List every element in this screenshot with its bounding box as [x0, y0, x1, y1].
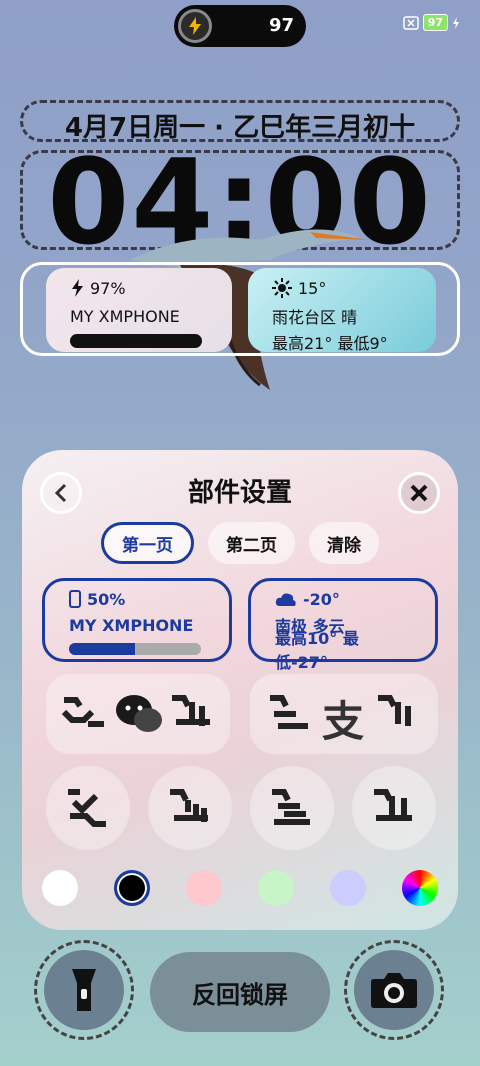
device-name: MY XMPHONE	[70, 306, 180, 326]
status-pill: 97	[174, 5, 306, 47]
option-device-progress	[69, 643, 201, 655]
close-button[interactable]	[398, 472, 440, 514]
phone-icon	[69, 590, 81, 608]
camera-button[interactable]	[344, 940, 444, 1040]
weather-widget-option[interactable]: -20° 南极 多云 最高10° 最低-27°	[248, 578, 438, 672]
placeholder-glyph-icon	[378, 695, 411, 726]
sim-off-icon	[402, 15, 419, 30]
alipay-icon: 支	[322, 697, 365, 746]
swatch-pink[interactable]	[186, 870, 222, 906]
tab-page-1[interactable]: 第一页	[101, 522, 194, 564]
weather-location: 雨花台区 晴	[272, 308, 358, 327]
back-to-lockscreen-button[interactable]: 反回锁屏	[150, 952, 330, 1032]
placeholder-glyph-icon	[62, 697, 104, 727]
swatch-black-selected[interactable]	[114, 870, 150, 906]
swatch-lavender[interactable]	[330, 870, 366, 906]
color-swatches	[42, 870, 438, 906]
device-progress	[70, 334, 202, 348]
wechat-widget-slot[interactable]	[46, 674, 230, 754]
weather-widget[interactable]: 15° 雨花台区 晴 最高21° 最低9°	[248, 268, 436, 353]
sun-icon	[272, 278, 292, 298]
app-slot-1[interactable]	[46, 766, 130, 850]
columns-glyph-icon	[374, 789, 412, 821]
option-device-battery: 50%	[87, 589, 126, 609]
flashlight-icon	[72, 969, 96, 1011]
widget-settings-panel: 部件设置 第一页 第二页 清除 50% MY XMPHONE -20° 南极 多…	[22, 450, 458, 930]
status-icons: 97	[402, 14, 460, 31]
bolt-icon	[72, 279, 83, 297]
placeholder-glyph-icon	[270, 695, 308, 729]
close-icon	[410, 484, 428, 502]
tab-page-2[interactable]: 第二页	[208, 522, 295, 564]
flashlight-button[interactable]	[34, 940, 134, 1040]
bars-glyph-icon	[170, 789, 208, 822]
app-slot-2[interactable]	[148, 766, 232, 850]
swatch-green[interactable]	[258, 870, 294, 906]
page-tabs: 第一页 第二页 清除	[22, 522, 458, 564]
camera-icon	[371, 973, 417, 1008]
battery-level: 97	[422, 14, 448, 31]
weather-temp: 15°	[298, 278, 327, 298]
device-widget[interactable]: 97% MY XMPHONE	[46, 268, 232, 352]
cloud-icon	[275, 593, 296, 606]
option-device-name: MY XMPHONE	[69, 615, 194, 635]
clear-button[interactable]: 清除	[309, 522, 379, 564]
alipay-widget-slot[interactable]: 支	[250, 674, 438, 754]
panel-title: 部件设置	[187, 478, 292, 508]
wechat-icon	[116, 695, 162, 732]
device-battery: 97%	[90, 278, 126, 298]
swatch-custom-color[interactable]	[402, 870, 438, 906]
charging-small-icon	[453, 16, 459, 29]
option-weather-temp: -20°	[303, 589, 340, 609]
app-slot-4[interactable]	[352, 766, 436, 850]
pill-value: 97	[268, 15, 294, 36]
weather-range: 最高21° 最低9°	[272, 334, 388, 353]
lines-glyph-icon	[272, 789, 310, 825]
app-slot-3[interactable]	[250, 766, 334, 850]
swatch-white[interactable]	[42, 870, 78, 906]
checklist-glyph-icon	[68, 789, 106, 827]
charging-icon	[178, 9, 212, 43]
placeholder-glyph-icon	[172, 695, 210, 726]
device-widget-option[interactable]: 50% MY XMPHONE	[42, 578, 232, 662]
option-weather-range: 最高10° 最低-27°	[275, 629, 359, 672]
